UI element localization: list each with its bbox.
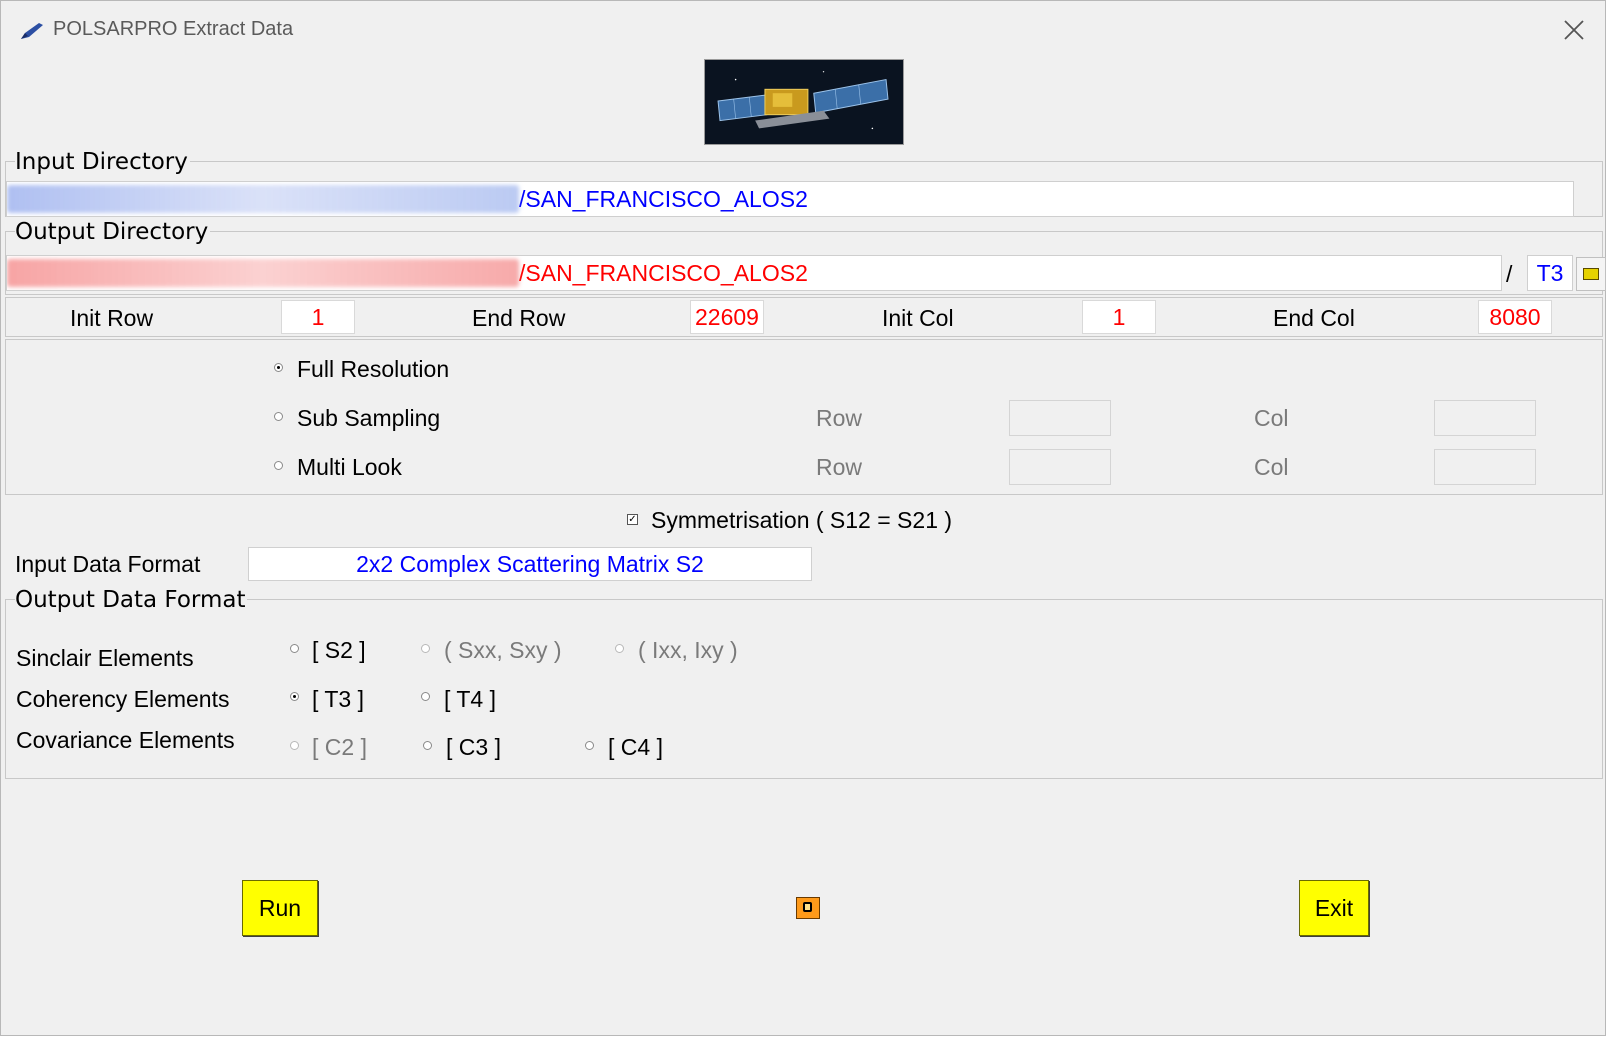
s2-option-label[interactable]: [ S2 ] [312, 635, 366, 665]
path-separator: / [1506, 261, 1513, 287]
exit-button[interactable]: Exit [1299, 880, 1369, 936]
folder-icon[interactable] [1576, 257, 1606, 291]
t4-option-label[interactable]: [ T4 ] [444, 684, 496, 714]
output-subdir-value: T3 [1536, 260, 1564, 286]
close-icon[interactable] [1561, 17, 1587, 43]
t3-option-label[interactable]: [ T3 ] [312, 684, 364, 714]
run-button[interactable]: Run [242, 880, 318, 936]
full-resolution-label[interactable]: Full Resolution [297, 354, 449, 384]
extract-data-window: POLSARPRO Extract Data Input Directory /… [0, 0, 1606, 1036]
sinclair-elements-label: Sinclair Elements [16, 645, 194, 671]
ixx-ixy-option-label: ( Ixx, Ixy ) [638, 637, 738, 663]
t4-radio[interactable] [421, 692, 430, 701]
c2-radio [290, 741, 299, 750]
input-directory-field[interactable]: /SAN_FRANCISCO_ALOS2 [6, 181, 1574, 217]
end-row-field[interactable]: 22609 [690, 300, 764, 334]
end-col-label: End Col [1273, 305, 1355, 331]
multi-look-row-label: Row [816, 454, 863, 480]
output-subdir-field[interactable]: T3 [1527, 255, 1573, 291]
init-col-field[interactable]: 1 [1082, 300, 1156, 334]
multi-look-row-field[interactable] [1009, 449, 1111, 485]
pen-icon [21, 23, 43, 39]
input-format-field: 2x2 Complex Scattering Matrix S2 [248, 547, 812, 581]
row-col-bar [5, 297, 1603, 337]
output-format-group [5, 599, 1603, 779]
coherency-elements-label: Coherency Elements [16, 686, 230, 712]
input-directory-label: Input Directory [15, 147, 190, 177]
s2-radio[interactable] [290, 644, 299, 653]
sxx-sxy-option-label: ( Sxx, Sxy ) [444, 637, 562, 663]
end-row-label: End Row [472, 305, 566, 331]
output-format-label: Output Data Format [15, 585, 248, 615]
sub-sampling-radio[interactable] [274, 412, 283, 421]
init-row-field[interactable]: 1 [281, 300, 355, 334]
sub-sampling-col-label: Col [1254, 405, 1289, 431]
satellite-image [704, 59, 904, 145]
redacted-path [7, 184, 519, 213]
sub-sampling-row-field[interactable] [1009, 400, 1111, 436]
sxx-sxy-radio [421, 644, 430, 653]
help-icon[interactable] [796, 897, 820, 919]
multi-look-label[interactable]: Multi Look [297, 452, 402, 482]
output-path-suffix: /SAN_FRANCISCO_ALOS2 [519, 260, 808, 286]
ixx-ixy-radio [615, 644, 624, 653]
sampling-group [5, 339, 1603, 495]
multi-look-col-label: Col [1254, 454, 1289, 480]
end-col-field[interactable]: 8080 [1478, 300, 1552, 334]
input-path-suffix: /SAN_FRANCISCO_ALOS2 [519, 186, 808, 212]
c2-option-label: [ C2 ] [312, 734, 367, 760]
redacted-path [7, 258, 519, 287]
c3-radio[interactable] [423, 741, 432, 750]
title-bar: POLSARPRO Extract Data [1, 1, 1605, 61]
sub-sampling-col-field[interactable] [1434, 400, 1536, 436]
covariance-elements-label: Covariance Elements [16, 727, 235, 753]
c3-option-label[interactable]: [ C3 ] [446, 732, 501, 762]
c4-radio[interactable] [585, 741, 594, 750]
init-col-label: Init Col [882, 305, 954, 331]
symmetrisation-label[interactable]: Symmetrisation ( S12 = S21 ) [651, 505, 952, 535]
output-directory-field[interactable]: /SAN_FRANCISCO_ALOS2 [6, 255, 1502, 291]
c4-option-label[interactable]: [ C4 ] [608, 732, 663, 762]
sub-sampling-row-label: Row [816, 405, 863, 431]
t3-radio[interactable] [290, 692, 299, 701]
output-directory-label: Output Directory [15, 217, 211, 247]
init-row-label: Init Row [70, 305, 154, 331]
symmetrisation-checkbox[interactable]: ✓ [627, 514, 638, 525]
window-title: POLSARPRO Extract Data [53, 18, 294, 40]
input-format-label: Input Data Format [15, 551, 201, 577]
multi-look-radio[interactable] [274, 461, 283, 470]
full-resolution-radio[interactable] [274, 363, 283, 372]
sub-sampling-label[interactable]: Sub Sampling [297, 403, 440, 433]
multi-look-col-field[interactable] [1434, 449, 1536, 485]
